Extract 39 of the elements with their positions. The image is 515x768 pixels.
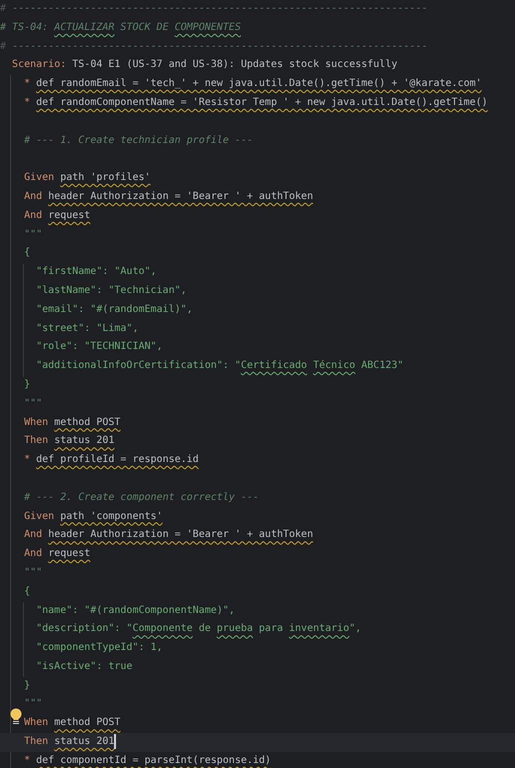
code-line: """ (24, 566, 42, 580)
code-line: And request (24, 547, 90, 562)
code-line: Given path 'components' (24, 510, 163, 524)
code-line: And request (24, 208, 90, 223)
code-line: "description": "Componente de prueba para inventario", (36, 622, 362, 636)
code-line: # --- 2. Create component correctly --- (24, 490, 259, 505)
code-line: "street": "Lima", (36, 322, 138, 336)
code-line: * def randomComponentName = 'Resistor Temp ' + new java.util.Date().getTime() (24, 96, 488, 110)
code-line: And header Authorization = 'Bearer ' + authToken (24, 528, 314, 542)
code-line: { (24, 584, 30, 599)
code-line: * def randomEmail = 'tech_' + new java.util.Date().getTime() + '@karate.com' (24, 77, 482, 92)
code-line: Given path 'profiles' (24, 171, 151, 186)
code-line: } (24, 678, 30, 693)
code-line: Then status 201 (24, 434, 114, 448)
code-line: # TS-04: ACTUALIZAR STOCK DE COMPONENTES (0, 20, 241, 35)
code-line: "additionalInfoOrCertification": "Certificado Técnico ABC123" (36, 359, 404, 374)
code-line: When method POST (24, 716, 120, 730)
code-line: "componentTypeId": 1, (36, 641, 163, 656)
code-line: "isActive": true (36, 660, 132, 674)
code-line: "role": "TECHNICIAN", (36, 340, 163, 354)
code-line: Scenario: TS-04 E1 (US-37 and US-38): Updates stock successfully (12, 58, 398, 72)
code-line: """ (24, 396, 42, 411)
code-line: "lastName": "Technician", (36, 284, 187, 298)
code-line: } (24, 378, 30, 392)
code-line: Then status 201 (24, 735, 114, 750)
code-line: When method POST (24, 416, 120, 430)
code-line: # --- 1. Create technician profile --- (24, 134, 253, 148)
code-line: And header Authorization = 'Bearer ' + authToken (24, 190, 314, 204)
code-line: { (24, 246, 30, 260)
code-line: "email": "#(randomEmail)", (36, 302, 193, 317)
lightbulb-icon[interactable] (10, 708, 22, 724)
code-line: * def profileId = response.id (24, 453, 199, 468)
code-line: """ (24, 697, 42, 712)
code-line: "name": "#(randomComponentName)", (36, 604, 235, 618)
code-line: * def componentId = parseInt(response.id) (24, 754, 271, 768)
code-line: """ (24, 228, 42, 242)
code-line: "firstName": "Auto", (36, 265, 157, 280)
code-line: # --------------------------------------------------------------------- (0, 40, 428, 54)
code-line: # --------------------------------------------------------------------- (0, 2, 428, 16)
